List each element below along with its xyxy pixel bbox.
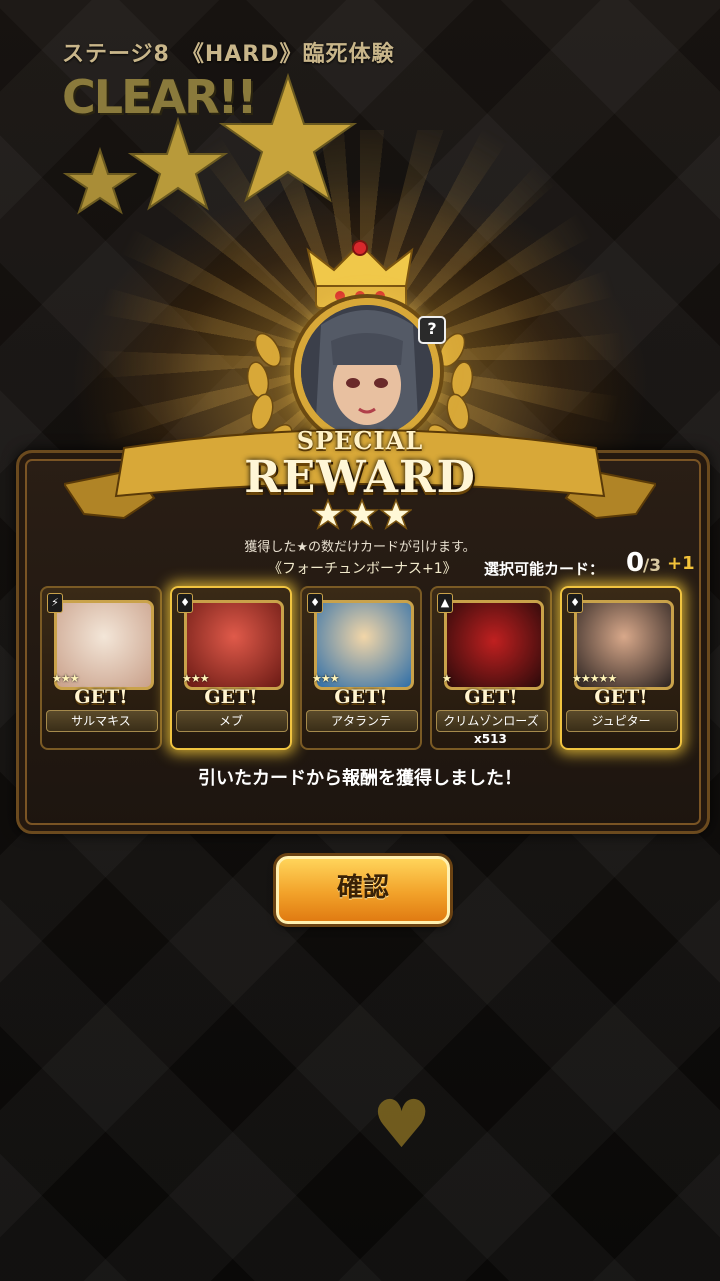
selectable-cards-total: /3 — [643, 556, 662, 576]
star-icon — [62, 146, 138, 215]
stage-stars — [62, 72, 358, 215]
special-label: SPECIAL — [296, 426, 424, 455]
reward-card[interactable]: ▲ ★ GET! クリムゾンローズ x513 — [430, 586, 552, 750]
selectable-cards-count: 0 — [626, 548, 645, 578]
confirm-button[interactable]: 確認 — [276, 856, 450, 924]
element-icon: ♦ — [567, 593, 583, 613]
selectable-cards-label: 選択可能カード： — [484, 560, 605, 578]
reward-card[interactable]: ♦ ★★★★★ GET! ジュピター — [560, 586, 682, 750]
card-get-label: GET! — [204, 686, 258, 708]
reward-label: REWARD — [244, 452, 476, 503]
reward-rank-stars — [312, 498, 412, 530]
star-icon — [344, 498, 380, 530]
reward-card[interactable]: ♦ ★★★ GET! アタランテ — [300, 586, 422, 750]
card-get-label: GET! — [464, 686, 518, 708]
element-icon: ♦ — [307, 593, 323, 613]
card-name: ジュピター — [591, 714, 651, 728]
element-icon: ⚡ — [47, 593, 63, 613]
star-icon — [218, 72, 358, 203]
card-rarity-stars: ★ — [442, 672, 452, 685]
card-name: クリムゾンローズ — [443, 714, 539, 728]
stage-title: ステージ8 《HARD》臨死体験 — [62, 42, 395, 67]
draw-description: 獲得した★の数だけカードが引けます。 — [244, 540, 476, 555]
card-name: アタランテ — [330, 714, 391, 728]
card-rarity-stars: ★★★ — [52, 672, 80, 685]
card-rarity-stars: ★★★★★ — [572, 672, 617, 685]
reward-card[interactable]: ♦ ★★★ GET! メブ — [170, 586, 292, 750]
help-button[interactable]: ? — [418, 316, 446, 344]
card-name: メブ — [218, 714, 243, 728]
element-icon: ♦ — [177, 593, 193, 613]
card-get-label: GET! — [334, 686, 388, 708]
reward-card[interactable]: ⚡ ★★★ GET! サルマキス — [40, 586, 162, 750]
card-get-label: GET! — [594, 686, 648, 708]
heart-icon: ♥ — [372, 1086, 432, 1163]
star-icon — [127, 116, 229, 211]
reward-cards: ⚡ ★★★ GET! サルマキス ♦ ★★★ GET! メブ ♦ ★★★ GET… — [40, 586, 682, 756]
card-art — [444, 600, 544, 690]
card-name: サルマキス — [71, 714, 131, 728]
fortune-bonus: 《フォーチュンボーナス+1》 — [268, 561, 457, 577]
card-get-label: GET! — [74, 686, 128, 708]
card-rarity-stars: ★★★ — [312, 672, 340, 685]
selectable-cards-bonus: +1 — [667, 553, 695, 574]
card-rarity-stars: ★★★ — [182, 672, 210, 685]
element-icon: ▲ — [437, 593, 453, 613]
result-message: 引いたカードから報酬を獲得しました！ — [198, 768, 522, 789]
card-quantity: x513 — [474, 732, 507, 746]
star-icon — [312, 498, 346, 530]
star-icon — [378, 498, 412, 530]
